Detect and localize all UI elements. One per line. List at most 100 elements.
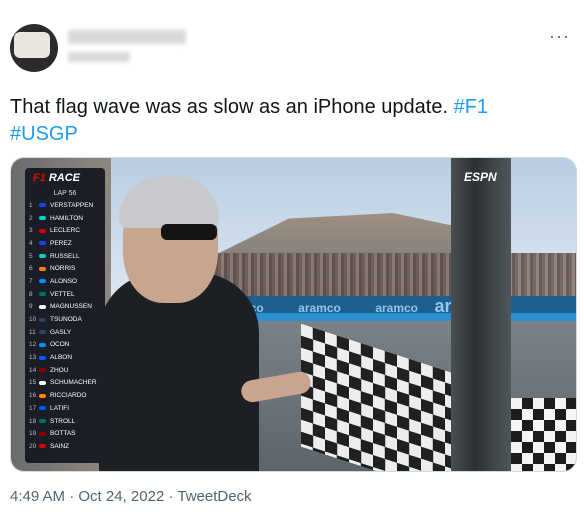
team-color-icon [39, 368, 46, 373]
team-color-icon [39, 380, 46, 385]
driver-name: HAMILTON [50, 214, 83, 222]
leaderboard-row: 12 OCON [25, 339, 105, 352]
team-color-icon [39, 254, 46, 259]
driver-name: VETTEL [50, 290, 75, 298]
leaderboard-row: 1 VERSTAPPEN [25, 199, 105, 212]
driver-name: LATIFI [50, 404, 70, 412]
team-color-icon [39, 228, 46, 233]
team-color-icon [39, 355, 46, 360]
driver-name: STROLL [50, 417, 76, 425]
tweet-text: That flag wave was as slow as an iPhone … [10, 94, 570, 148]
driver-name: LECLERC [50, 227, 80, 235]
driver-position: 7 [29, 277, 33, 285]
team-color-icon [39, 266, 46, 271]
team-color-icon [39, 292, 46, 297]
tweet-timestamp[interactable]: 4:49 AM · Oct 24, 2022 [10, 488, 164, 505]
more-options-icon[interactable]: ··· [549, 26, 570, 47]
driver-position: 3 [29, 227, 33, 235]
driver-position: 15 [29, 379, 37, 387]
leaderboard-row: 17 LATIFI [25, 402, 105, 415]
driver-position: 13 [29, 354, 37, 362]
leaderboard-rows: 1 VERSTAPPEN 2 HAMILTON 3 LECLERC 4 PEREZ 5 RUSSE… [25, 199, 105, 453]
display-name-blurred[interactable] [68, 30, 186, 44]
driver-position: 17 [29, 404, 37, 412]
driver-name: BOTTAS [50, 430, 76, 438]
driver-name: ZHOU [50, 366, 69, 374]
driver-position: 2 [29, 214, 33, 222]
driver-position: 20 [29, 442, 37, 450]
driver-position: 11 [29, 328, 36, 336]
driver-name: TSUNODA [50, 316, 82, 324]
tweet-source[interactable]: TweetDeck [177, 488, 251, 505]
team-color-icon [39, 419, 46, 424]
driver-name: ALONSO [50, 277, 78, 285]
f1-logo-icon: F1 [33, 172, 46, 184]
team-color-icon [39, 304, 46, 309]
leaderboard-row: 16 RICCIARDO [25, 389, 105, 402]
driver-name: VERSTAPPEN [50, 201, 94, 209]
leaderboard-row: 11 GASLY [25, 326, 105, 339]
leaderboard-row: 2 HAMILTON [25, 212, 105, 225]
driver-name: RUSSELL [50, 252, 80, 260]
leaderboard-row: 4 PEREZ [25, 237, 105, 250]
hashtag-usgp[interactable]: #USGP [10, 123, 78, 145]
hashtag-f1[interactable]: #F1 [454, 96, 488, 118]
driver-position: 12 [29, 341, 37, 349]
team-color-icon [39, 317, 46, 322]
driver-position: 4 [29, 239, 33, 247]
driver-name: OCON [50, 341, 70, 349]
lap-counter: LAP 56 [53, 190, 77, 197]
driver-name: MAGNUSSEN [50, 303, 92, 311]
driver-position: 18 [29, 417, 37, 425]
tweet-media-image[interactable]: aramco aramco aramco aram F1RACE LAP 56 … [10, 157, 577, 472]
leaderboard-row: 6 NORRIS [25, 262, 105, 275]
driver-name: NORRIS [50, 265, 76, 273]
leaderboard-row: 5 RUSSELL [25, 250, 105, 263]
team-color-icon [39, 203, 46, 208]
sunglasses [161, 224, 217, 240]
driver-name: RICCIARDO [50, 392, 87, 400]
crowd [191, 253, 576, 298]
team-color-icon [39, 444, 46, 449]
driver-position: 19 [29, 430, 37, 438]
team-color-icon [39, 241, 46, 246]
leaderboard-row: 15 SCHUMACHER [25, 377, 105, 390]
team-color-icon [39, 342, 46, 347]
leaderboard-row: 10 TSUNODA [25, 313, 105, 326]
leaderboard-header: F1 RACE [33, 172, 81, 184]
team-color-icon [39, 406, 46, 411]
leaderboard-row: 9 MAGNUSSEN [25, 301, 105, 314]
leaderboard-row: 14 ZHOU [25, 364, 105, 377]
driver-name: SCHUMACHER [50, 379, 97, 387]
team-color-icon [39, 431, 46, 436]
driver-name: GASLY [50, 328, 72, 336]
tweet-footer: 4:49 AM · Oct 24, 2022 · TweetDeck [10, 488, 252, 505]
driver-name: SAINZ [50, 442, 70, 450]
driver-position: 9 [29, 303, 33, 311]
checkered-flag-2 [511, 398, 576, 471]
team-color-icon [39, 393, 46, 398]
avatar[interactable] [10, 24, 58, 72]
team-color-icon [39, 330, 46, 335]
leaderboard-row: 8 VETTEL [25, 288, 105, 301]
team-color-icon [39, 216, 46, 221]
driver-position: 1 [29, 201, 33, 209]
handle-blurred[interactable] [68, 52, 130, 62]
leaderboard-row: 7 ALONSO [25, 275, 105, 288]
leaderboard-row: 3 LECLERC [25, 224, 105, 237]
leaderboard-row: 20 SAINZ [25, 440, 105, 453]
driver-position: 6 [29, 265, 33, 273]
tweet-body: That flag wave was as slow as an iPhone … [10, 96, 454, 118]
driver-position: 16 [29, 392, 37, 400]
driver-position: 10 [29, 316, 37, 324]
leaderboard-row: 19 BOTTAS [25, 427, 105, 440]
leaderboard-row: 13 ALBON [25, 351, 105, 364]
flag-stand-pole [451, 158, 511, 471]
leaderboard: F1 RACE LAP 56 1 VERSTAPPEN 2 HAMILTON 3 LECLE… [25, 168, 105, 463]
driver-position: 14 [29, 366, 37, 374]
driver-name: ALBON [50, 354, 73, 362]
broadcaster-logo: ESPN [464, 170, 497, 184]
team-color-icon [39, 279, 46, 284]
leaderboard-row: 18 STROLL [25, 415, 105, 428]
driver-position: 5 [29, 252, 33, 260]
